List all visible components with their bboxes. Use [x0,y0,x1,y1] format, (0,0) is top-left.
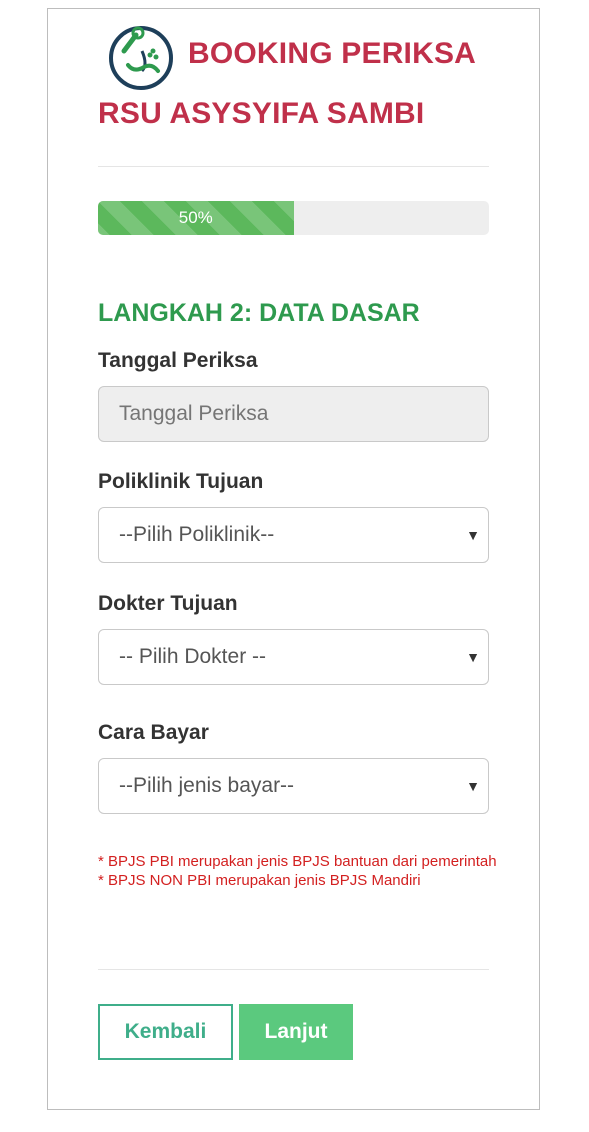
footer-divider [98,969,489,970]
next-button[interactable]: Lanjut [239,1004,353,1060]
progress-bar: 50% [98,201,489,235]
caret-down-icon: ▼ [466,778,480,794]
page-title-line2: RSU ASYSYIFA SAMBI [98,97,425,130]
cara-bayar-label: Cara Bayar [98,721,209,744]
poliklinik-label: Poliklinik Tujuan [98,470,264,493]
caret-down-icon: ▼ [466,649,480,665]
cara-bayar-select[interactable]: --Pilih jenis bayar-- ▼ [98,758,489,814]
bpjs-non-pbi-note: * BPJS NON PBI merupakan jenis BPJS Mand… [98,872,421,889]
booking-card: BOOKING PERIKSA RSU ASYSYIFA SAMBI 50% L… [47,8,540,1110]
step-title: LANGKAH 2: DATA DASAR [98,299,420,327]
page-title-line1: BOOKING PERIKSA [188,37,477,70]
poliklinik-selected: --Pilih Poliklinik-- [119,523,275,546]
dokter-selected: -- Pilih Dokter -- [119,645,267,668]
dokter-select[interactable]: -- Pilih Dokter -- ▼ [98,629,489,685]
tanggal-label: Tanggal Periksa [98,349,258,372]
tanggal-periksa-input[interactable] [98,386,489,442]
progress-label: 50% [178,208,213,227]
cara-bayar-selected: --Pilih jenis bayar-- [119,774,295,797]
poliklinik-select[interactable]: --Pilih Poliklinik-- ▼ [98,507,489,563]
back-button[interactable]: Kembali [98,1004,233,1060]
dokter-label: Dokter Tujuan [98,592,238,615]
header-divider [98,166,489,167]
caret-down-icon: ▼ [466,527,480,543]
bpjs-pbi-note: * BPJS PBI merupakan jenis BPJS bantuan … [98,853,497,870]
hospital-stethoscope-logo-icon [106,21,176,91]
